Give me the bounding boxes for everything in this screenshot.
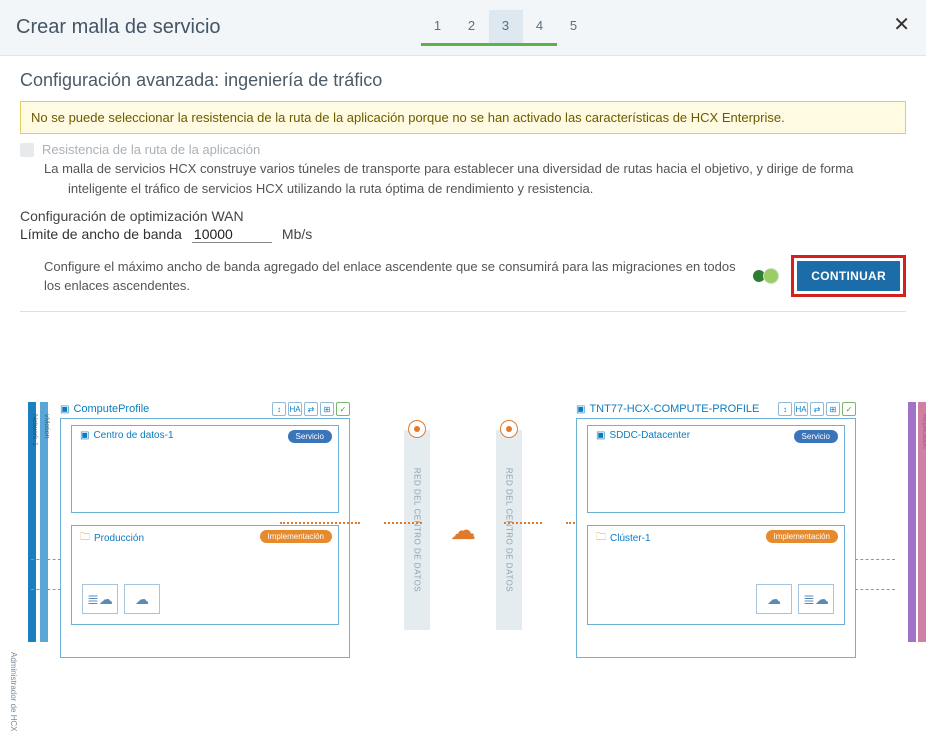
service-pill: Servicio [288,430,332,443]
page-title: Configuración avanzada: ingeniería de tr… [20,70,906,91]
bandwidth-unit: Mb/s [282,226,312,242]
net-icon: ⊞ [320,402,334,416]
appliance-stack-icon: ≣☁ [798,584,834,614]
continue-highlight: CONTINUAR [791,255,906,297]
profile-icon: ▣ [576,404,585,415]
check-icon: ✓ [842,402,856,416]
updown-icon: ↕ [272,402,286,416]
wizard-header: Crear malla de servicio 1 2 3 4 5 ✕ [0,0,926,56]
service-pill: Servicio [794,430,838,443]
bandwidth-row: Límite de ancho de banda Mb/s [20,226,906,243]
dc-icon: ▣ [596,430,605,441]
right-bottom-label: Administrador de HCX [868,562,926,642]
center-zone: RED DEL CENTRO DE DATOS ☁ RED DEL CENTRO… [350,402,576,658]
center-col-left: RED DEL CENTRO DE DATOS [404,430,430,630]
app-path-resiliency-label: Resistencia de la ruta de la aplicación [42,142,260,157]
step-1[interactable]: 1 [421,10,455,45]
updown-icon: ↕ [778,402,792,416]
folder-icon: 🗀 [80,530,90,547]
chain-icon: ⇄ [810,402,824,416]
appliance-cloud-icon: ☁ [756,584,792,614]
step-3[interactable]: 3 [489,10,523,45]
topology-diagram: Network-1 vMotion Administrador de HCX ▣… [20,402,906,668]
left-dashed-link-1 [31,559,61,560]
app-path-resiliency-row: Resistencia de la ruta de la aplicación [20,142,906,157]
ha-icon: HA [288,402,302,416]
right-deployment-container: 🗀 Clúster-1 Implementación ☁ ≣☁ [587,525,845,625]
check-icon: ✓ [336,402,350,416]
right-rails: Replication Administrador de HCX [906,402,926,642]
left-rails: Network-1 vMotion Administrador de HCX [20,402,60,642]
right-profile-title: ▣ TNT77-HCX-COMPUTE-PROFILE [576,403,759,415]
left-service-container: ▣ Centro de datos-1 Servicio [71,425,339,513]
led-light-icon [763,268,779,284]
close-icon[interactable]: ✕ [893,12,910,37]
right-dashed-link-1 [855,559,895,560]
folder-icon: 🗀 [596,530,606,547]
right-profile-icons: ↕ HA ⇄ ⊞ ✓ [778,402,856,416]
dash-left-to-col [280,522,360,524]
center-col-left-label: RED DEL CENTRO DE DATOS [413,468,422,592]
step-4[interactable]: 4 [523,10,557,45]
appliance-cloud-icon: ☁ [124,584,160,614]
right-cluster-label: 🗀 Clúster-1 [596,530,651,547]
continue-button[interactable]: CONTINUAR [797,261,900,291]
ha-icon: HA [794,402,808,416]
right-site: ▣ TNT77-HCX-COMPUTE-PROFILE ↕ HA ⇄ ⊞ ✓ ▣… [576,402,906,658]
appliance-stack-icon: ≣☁ [82,584,118,614]
chain-icon: ⇄ [304,402,318,416]
rail-blue2: vMotion [40,402,48,642]
left-dc-label: ▣ Centro de datos-1 [80,430,174,441]
center-col-right-label: RED DEL CENTRO DE DATOS [505,468,514,592]
warning-banner: No se puede seleccionar la resistencia d… [20,101,906,134]
dc-node-right-icon [500,420,518,438]
net-icon: ⊞ [826,402,840,416]
left-deployment-container: 🗀 Producción Implementación ≣☁ ☁ [71,525,339,625]
left-appliance-row: ≣☁ ☁ [82,584,160,614]
left-profile-title: ▣ ComputeProfile [60,403,149,415]
impl-pill: Implementación [766,530,838,543]
bandwidth-input[interactable] [192,226,272,243]
wan-optimization-heading: Configuración de optimización WAN [20,208,906,224]
dash-cloud-to-col-r [504,522,542,524]
app-path-resiliency-description: La malla de servicios HCX construye vari… [44,159,906,198]
impl-pill: Implementación [260,530,332,543]
rail-blue1: Network-1 [28,402,36,642]
left-prod-label: 🗀 Producción [80,530,144,547]
wizard-body: Configuración avanzada: ingeniería de tr… [0,56,926,688]
wizard-steps: 1 2 3 4 5 [421,10,591,45]
wizard-title: Crear malla de servicio [16,16,221,39]
dc-icon: ▣ [80,430,89,441]
center-col-right: RED DEL CENTRO DE DATOS [496,430,522,630]
left-site: Network-1 vMotion Administrador de HCX ▣… [20,402,350,658]
dash-col-to-cloud-l [384,522,422,524]
bandwidth-label: Límite de ancho de banda [20,226,182,242]
app-path-resiliency-checkbox [20,143,34,157]
right-site-frame: ▣ SDDC-Datacenter Servicio 🗀 Clúster-1 I… [576,418,856,658]
step-2[interactable]: 2 [455,10,489,45]
profile-icon: ▣ [60,404,69,415]
right-service-container: ▣ SDDC-Datacenter Servicio [587,425,845,513]
right-appliance-row: ☁ ≣☁ [756,584,834,614]
dc-node-left-icon [408,420,426,438]
uplink-config-row: Configure el máximo ancho de banda agreg… [20,251,906,312]
right-dc-label: ▣ SDDC-Datacenter [596,430,690,441]
left-dashed-link-2 [31,589,61,590]
left-profile-icons: ↕ HA ⇄ ⊞ ✓ [272,402,350,416]
cloud-icon: ☁ [450,515,476,546]
left-site-frame: ▣ Centro de datos-1 Servicio 🗀 Producció… [60,418,350,658]
uplink-toggle[interactable] [753,268,779,284]
step-5[interactable]: 5 [557,10,591,45]
uplink-config-text: Configure el máximo ancho de banda agreg… [20,257,740,296]
